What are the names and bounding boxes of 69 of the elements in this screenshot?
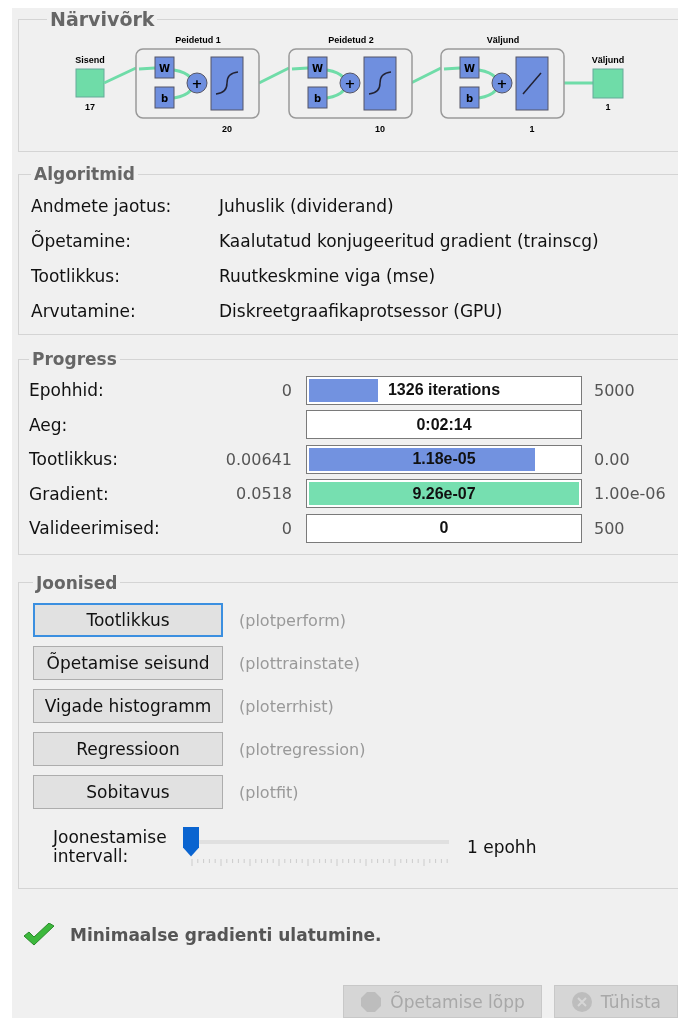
connector-line: [564, 81, 593, 85]
field-label: Õpetamine:: [31, 230, 132, 251]
plot-button[interactable]: Sobitavus: [33, 775, 223, 809]
layer-title: Väljund: [486, 35, 520, 45]
field-value: Ruutkeskmine viga (mse): [219, 265, 436, 286]
field-label: Arvutamine:: [31, 300, 137, 321]
slider-label: Joonestamise intervall:: [51, 827, 168, 866]
section-title: Joonised: [34, 572, 119, 593]
function-name: (plotregression): [239, 739, 366, 759]
start-value: 0: [280, 518, 293, 538]
input-label: Sisend: [75, 55, 105, 65]
sigmoid-function-block: [363, 56, 397, 111]
output-size: 1: [605, 102, 611, 112]
section-title: Progress: [31, 349, 118, 369]
layer-size: 10: [375, 124, 385, 134]
sum-node: +: [491, 72, 513, 94]
slider-reading: 1 epohh: [467, 836, 537, 857]
progress-label: Tootlikkus:: [29, 449, 119, 470]
progress-bar: 9.26e-07: [306, 479, 582, 509]
end-value: 500: [593, 518, 626, 538]
output-label: Väljund: [591, 55, 625, 65]
layer-title: Peidetud 2: [328, 35, 374, 45]
start-value: 0.00641: [224, 449, 293, 469]
field-label: Andmete jaotus:: [31, 195, 173, 216]
sigmoid-function-block: [210, 56, 244, 111]
progress-label: Gradient:: [29, 483, 110, 504]
plot-button[interactable]: Regressioon: [33, 732, 223, 766]
start-value: 0.0518: [235, 484, 293, 504]
slider-thumb[interactable]: [183, 826, 199, 857]
layer-title: Peidetud 1: [175, 35, 221, 45]
weight-block: W: [154, 56, 175, 79]
function-name: (plotperform): [239, 610, 347, 630]
progress-label: Epohhid:: [29, 380, 105, 401]
field-value: Diskreetgraafikaprotsessor (GPU): [219, 300, 503, 321]
progress-bar: 1.18e-05: [306, 444, 582, 474]
stop-icon: [360, 990, 383, 1013]
end-value: 1.00e-06: [593, 484, 667, 504]
bias-block: b: [459, 86, 480, 109]
end-value: 0.00: [593, 449, 631, 469]
section-title: Närvivõrk: [49, 8, 156, 30]
weight-block: W: [459, 56, 480, 79]
sum-node: +: [186, 72, 208, 94]
sum-node: +: [339, 72, 361, 94]
layer-size: 1: [529, 124, 535, 134]
input-node: [75, 68, 105, 98]
status-message: Minimaalse gradienti ulatumine.: [70, 924, 382, 945]
field-value: Juhuslik (dividerand): [219, 195, 394, 216]
field-label: Tootlikkus:: [31, 265, 121, 286]
output-node: [592, 68, 624, 99]
linear-function-block: [515, 56, 549, 111]
bias-block: b: [307, 86, 328, 109]
field-value: Kaalutatud konjugeeritud gradient (trainscg): [219, 230, 599, 251]
function-name: (ploterrhist): [239, 696, 334, 716]
function-name: (plotfit): [239, 782, 299, 802]
plot-button[interactable]: Vigade histogramm: [33, 689, 223, 723]
section-title: Algoritmid: [33, 164, 136, 184]
plot-button[interactable]: Õpetamise seisund: [33, 646, 223, 680]
layer-size: 20: [222, 124, 232, 134]
progress-label: Valideerimised:: [29, 518, 161, 539]
progress-label: Aeg:: [29, 414, 69, 435]
start-value: 0: [280, 380, 293, 400]
bias-block: b: [154, 86, 175, 109]
plot-button[interactable]: Tootlikkus: [33, 603, 223, 637]
weight-block: W: [307, 56, 328, 79]
input-size: 17: [85, 102, 95, 112]
end-value: 5000: [593, 380, 636, 400]
function-name: (plottrainstate): [239, 653, 360, 673]
cancel-icon: [570, 990, 593, 1013]
progress-bar: 1326 iterations: [306, 375, 582, 405]
